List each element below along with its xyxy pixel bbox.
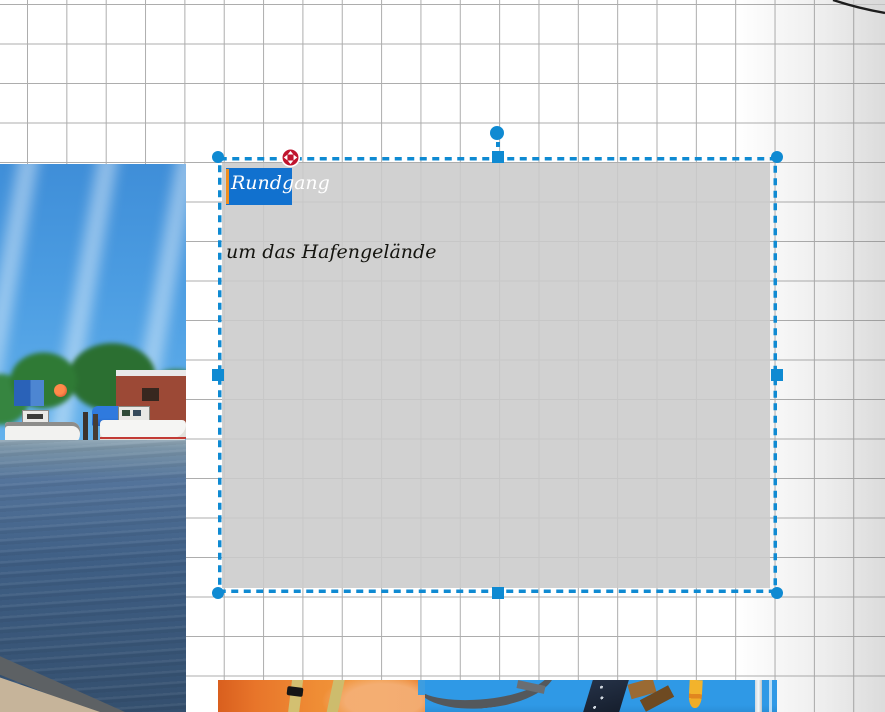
harbor-photo[interactable] bbox=[0, 164, 186, 712]
rigging-photo[interactable] bbox=[425, 680, 777, 712]
life-vest-clip bbox=[286, 686, 304, 697]
resize-handle-top-right[interactable] bbox=[771, 151, 783, 163]
move-button[interactable] bbox=[280, 147, 301, 168]
white-pole bbox=[755, 680, 762, 712]
move-icon bbox=[280, 147, 301, 168]
resize-handle-middle-right[interactable] bbox=[771, 369, 783, 381]
white-pole bbox=[769, 680, 772, 712]
text-line-2[interactable]: um das Hafengelände bbox=[226, 241, 436, 263]
harbor-blue-containers bbox=[14, 380, 44, 406]
resize-handle-top-middle[interactable] bbox=[491, 151, 504, 163]
harbor-buoy bbox=[54, 384, 67, 397]
resize-handle-middle-left[interactable] bbox=[212, 369, 224, 381]
selected-text-frame[interactable]: Rundgang um das Hafengelände bbox=[212, 126, 783, 599]
life-vest-strap bbox=[325, 680, 346, 712]
text-selection-highlight: Rundgang bbox=[226, 168, 330, 205]
text-caret bbox=[226, 169, 229, 204]
resize-handle-bottom-right[interactable] bbox=[771, 587, 783, 599]
resize-handle-bottom-middle[interactable] bbox=[491, 587, 504, 599]
yellow-flag bbox=[688, 680, 703, 709]
rigging-mast bbox=[581, 680, 631, 712]
resize-handle-top-left[interactable] bbox=[212, 151, 224, 163]
text-line-1[interactable]: Rundgang bbox=[231, 172, 330, 194]
life-vest-photo[interactable] bbox=[218, 680, 425, 712]
text-frame-fill bbox=[222, 163, 770, 588]
resize-handle-bottom-left[interactable] bbox=[212, 587, 224, 599]
rotate-handle-icon[interactable] bbox=[490, 126, 504, 140]
photobook-page-canvas: Rundgang um das Hafengelände bbox=[0, 0, 885, 712]
sky-sliver bbox=[418, 680, 425, 695]
